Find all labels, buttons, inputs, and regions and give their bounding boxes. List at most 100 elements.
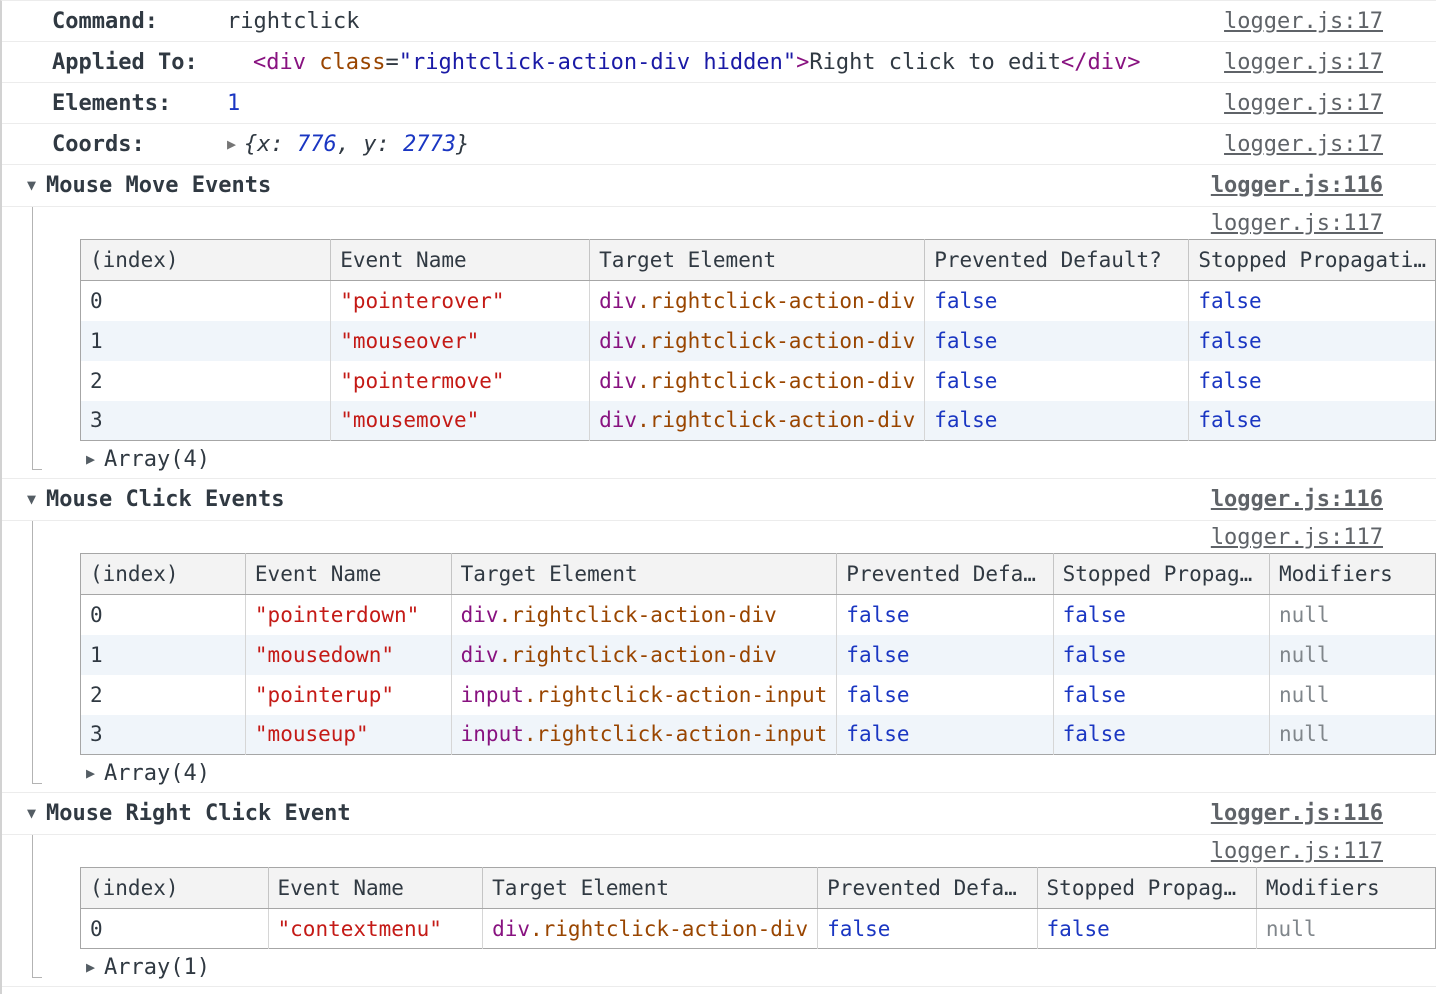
table-cell: false: [837, 675, 1053, 715]
table-header-cell[interactable]: Stopped Propagati…: [1189, 240, 1436, 281]
table-row: 0"pointerdown"div.rightclick-action-divf…: [81, 595, 1436, 635]
group-header[interactable]: ▼Mouse Click Eventslogger.js:116: [2, 479, 1436, 521]
source-link[interactable]: logger.js:17: [1224, 50, 1383, 75]
source-link[interactable]: logger.js:17: [1224, 91, 1383, 116]
bool-value: false: [846, 643, 909, 667]
table-header-cell[interactable]: (index): [81, 554, 246, 595]
source-link[interactable]: logger.js:117: [1211, 525, 1383, 550]
source-link[interactable]: logger.js:116: [1211, 173, 1383, 198]
table-header-cell[interactable]: Prevented Defa…: [837, 554, 1053, 595]
console-table: (index)Event NameTarget ElementPrevented…: [80, 553, 1436, 755]
source-link[interactable]: logger.js:117: [1211, 839, 1383, 864]
table-header-cell[interactable]: Prevented Defa…: [818, 868, 1037, 909]
bool-value: false: [934, 329, 997, 353]
source-link[interactable]: logger.js:116: [1211, 487, 1383, 512]
table-cell: false: [925, 401, 1189, 441]
table-header-cell[interactable]: Stopped Propag…: [1037, 868, 1256, 909]
table-header-cell[interactable]: (index): [81, 240, 331, 281]
table-cell: "pointermove": [331, 361, 590, 401]
table-cell: "contextmenu": [268, 909, 483, 949]
group-title: Mouse Right Click Event: [46, 801, 351, 826]
console-message-applied-to: Applied To: <div class="rightclick-actio…: [2, 42, 1436, 83]
table-cell: "mousedown": [245, 635, 451, 675]
console-groups: ▼Mouse Move Eventslogger.js:116logger.js…: [2, 165, 1436, 987]
source-link[interactable]: logger.js:116: [1211, 801, 1383, 826]
element-tag-name: div: [461, 603, 499, 627]
null-value: null: [1279, 722, 1330, 746]
table-cell: div.rightclick-action-div: [483, 909, 818, 949]
token-plain: {: [244, 132, 257, 157]
table-cell: 1: [81, 321, 331, 361]
token-plain: =: [385, 50, 398, 75]
bool-value: false: [846, 722, 909, 746]
bool-value: false: [1063, 683, 1126, 707]
bool-value: false: [1047, 917, 1110, 941]
element-tag-name: div: [492, 917, 530, 941]
table-cell: div.rightclick-action-div: [590, 281, 925, 321]
group-indent-guide: [32, 207, 42, 470]
bool-value: false: [934, 369, 997, 393]
table-header-cell[interactable]: Event Name: [245, 554, 451, 595]
console-group: ▼Mouse Move Eventslogger.js:116logger.js…: [2, 165, 1436, 479]
token-plain: Right click to edit: [809, 50, 1061, 75]
null-value: null: [1279, 683, 1330, 707]
index-value: 2: [90, 683, 103, 707]
table-header-cell[interactable]: Modifiers: [1269, 554, 1435, 595]
table-header-cell[interactable]: Stopped Propag…: [1053, 554, 1269, 595]
token-num: 2773: [403, 132, 456, 157]
expand-triangle-icon: ▶: [86, 960, 95, 975]
target-element-value: div.rightclick-action-div: [599, 369, 915, 393]
table-row: 3"mouseup"input.rightclick-action-inputf…: [81, 715, 1436, 755]
table-message-row: logger.js:117: [2, 521, 1436, 553]
table-header-cell[interactable]: Event Name: [268, 868, 483, 909]
coords-label: Coords:: [52, 132, 227, 157]
table-cell: false: [837, 715, 1053, 755]
group-header[interactable]: ▼Mouse Right Click Eventlogger.js:116: [2, 793, 1436, 835]
elements-label: Elements:: [52, 91, 227, 116]
target-element-value: div.rightclick-action-div: [599, 329, 915, 353]
table-message-row: logger.js:117: [2, 207, 1436, 239]
table-cell: false: [1037, 909, 1256, 949]
source-link[interactable]: logger.js:17: [1224, 132, 1383, 157]
group-title: Mouse Click Events: [46, 487, 284, 512]
array-summary-label: Array(1): [104, 955, 210, 980]
index-value: 1: [90, 329, 103, 353]
elements-count: 1: [227, 91, 240, 116]
string-value: "pointerdown": [255, 603, 419, 627]
element-class-name: .rightclick-action-div: [637, 369, 915, 393]
array-summary[interactable]: ▶ Array(1): [2, 949, 1436, 986]
table-header-cell[interactable]: Target Element: [451, 554, 837, 595]
coords-object-preview[interactable]: {x: 776, y: 2773}: [244, 132, 469, 157]
element-class-name: .rightclick-action-div: [637, 408, 915, 432]
token-attr: class: [319, 50, 385, 75]
console-message-command: Command: rightclick logger.js:17: [2, 1, 1436, 42]
table-header-cell[interactable]: Target Element: [483, 868, 818, 909]
table-header-cell[interactable]: Event Name: [331, 240, 590, 281]
array-summary[interactable]: ▶Array(4): [2, 755, 1436, 792]
table-header-cell[interactable]: Prevented Default?: [925, 240, 1189, 281]
string-value: "mousedown": [255, 643, 394, 667]
expand-triangle-icon: ▶: [86, 452, 95, 467]
bool-value: false: [846, 683, 909, 707]
table-cell: false: [1189, 401, 1436, 441]
source-link[interactable]: logger.js:17: [1224, 9, 1383, 34]
table-row: 2 "pointermove" div.rightclick-action-div f…: [81, 361, 1436, 401]
table-header-cell[interactable]: Modifiers: [1256, 868, 1435, 909]
group-indent-guide: [32, 835, 42, 978]
table-row: 3"mousemove"div.rightclick-action-divfal…: [81, 401, 1436, 441]
group-header[interactable]: ▼Mouse Move Eventslogger.js:116: [2, 165, 1436, 207]
console-table: (index)Event NameTarget ElementPrevented…: [80, 239, 1436, 441]
applied-to-element-markup[interactable]: <div class="rightclick-action-div hidden…: [253, 50, 1140, 75]
array-summary[interactable]: ▶Array(4): [2, 441, 1436, 478]
element-class-name: .rightclick-action-div: [637, 329, 915, 353]
source-link[interactable]: logger.js:117: [1211, 211, 1383, 236]
table-header-cell[interactable]: (index): [81, 868, 269, 909]
expand-triangle-icon[interactable]: ▶: [227, 137, 236, 152]
array-summary-label: Array(4): [104, 761, 210, 786]
string-value: "mouseover": [340, 329, 479, 353]
index-value: 2: [90, 369, 103, 393]
table-cell: input.rightclick-action-input: [451, 715, 837, 755]
element-tag-name: input: [461, 722, 524, 746]
element-tag-name: input: [461, 683, 524, 707]
table-header-cell[interactable]: Target Element: [590, 240, 925, 281]
